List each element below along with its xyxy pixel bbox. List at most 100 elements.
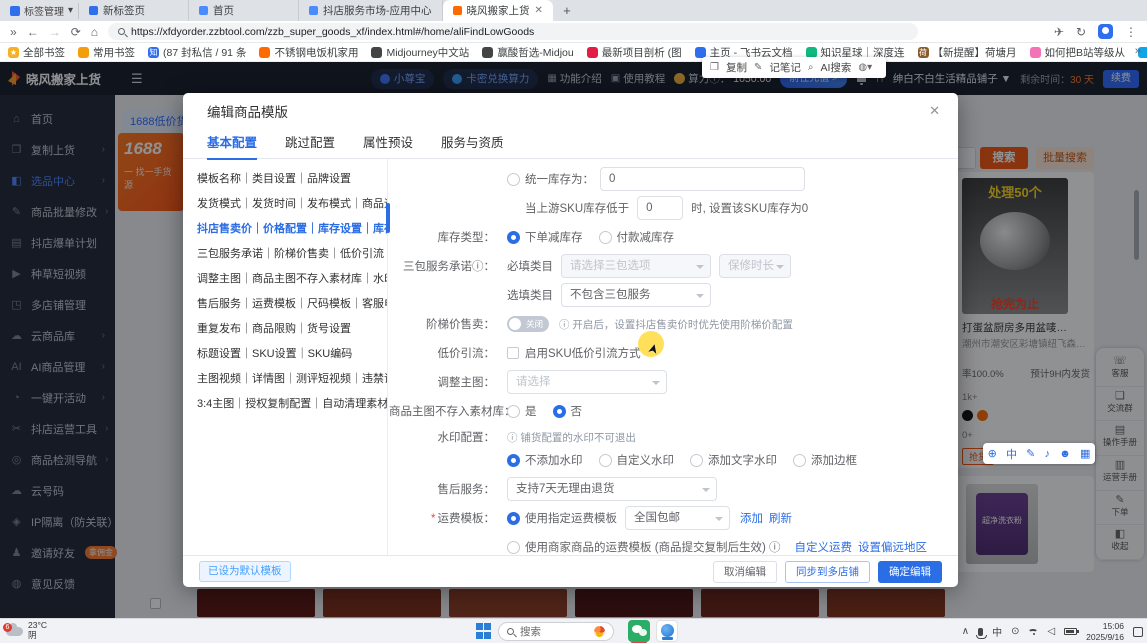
warranty-select[interactable]: 保修时长 — [719, 254, 791, 278]
tab-favicon — [199, 6, 208, 15]
modal-menu-item[interactable]: 售后服务｜运费模板｜尺码模板｜客服电话 — [197, 292, 387, 317]
specified-freight-radio[interactable] — [507, 512, 520, 525]
bookmarks-overflow-icon[interactable]: » — [1135, 45, 1141, 57]
custom-watermark-radio[interactable] — [599, 454, 612, 467]
bookmark-item[interactable]: ★ 全部书签 — [8, 45, 65, 60]
unified-stock-input[interactable] — [600, 167, 805, 191]
modal-menu-item[interactable]: 模板名称｜类目设置｜品牌设置 — [197, 167, 387, 192]
modal-tab[interactable]: 属性预设 — [363, 129, 413, 159]
start-button[interactable] — [476, 623, 492, 639]
bookmark-item[interactable]: 如何把B站等级从 — [1030, 45, 1126, 60]
modal-menu-item[interactable]: 三包服务承诺｜阶梯价售卖｜低价引流 — [197, 242, 387, 267]
new-tab-button[interactable]: + — [559, 3, 575, 19]
no-watermark-radio[interactable] — [507, 454, 520, 467]
bookmark-label: 不锈钢电饭机家用 — [274, 45, 358, 60]
not-save-yes-radio[interactable] — [507, 405, 520, 418]
volume-icon[interactable]: ◁ — [1047, 626, 1055, 637]
popup-ai-search[interactable]: AI搜索 — [820, 60, 851, 75]
forward-icon[interactable]: → — [49, 25, 61, 39]
wechat-app-icon[interactable] — [628, 620, 650, 642]
browser-menu-icon[interactable]: ⋮ — [1125, 25, 1137, 39]
modal-menu-item[interactable]: 发货模式｜发货时间｜发布模式｜商品运费处理 — [197, 192, 387, 217]
ime-user-icon[interactable]: ☻ — [1059, 448, 1071, 460]
mic-icon[interactable] — [978, 628, 983, 636]
modal-menu-item[interactable]: 标题设置｜SKU设置｜SKU编码 — [197, 342, 387, 367]
clock[interactable]: 15:062025/9/16 — [1086, 621, 1124, 641]
modal-menu-item[interactable]: 主图视频｜详情图｜测评短视频｜违禁词 — [197, 367, 387, 392]
modal-menu-item[interactable]: 3:4主图｜授权复制配置｜自动清理素材库 — [197, 392, 387, 417]
bookmark-item[interactable]: Midjourney中文站 — [371, 45, 469, 60]
browser-tab[interactable]: 新标签页 — [79, 0, 189, 21]
aftersale-select[interactable]: 支持7天无理由退货 — [507, 477, 717, 501]
payment-decrement-radio[interactable] — [599, 231, 612, 244]
sync-multi-shop-button[interactable]: 同步到多店铺 — [785, 561, 870, 583]
merchant-freight-radio[interactable] — [507, 541, 520, 554]
add-link[interactable]: 添加 — [740, 510, 763, 526]
modal-tab[interactable]: 基本配置 — [207, 129, 257, 159]
weather-widget[interactable]: 6 23°C阴 — [6, 621, 47, 641]
low-stock-threshold-input[interactable] — [637, 196, 683, 220]
ime-logo-icon[interactable]: ⊕ — [988, 447, 997, 460]
ime-mode[interactable]: 中 — [1006, 446, 1017, 462]
bookmark-item[interactable]: 荷 【新提醒】荷塘月 — [918, 45, 1017, 60]
modal-tab[interactable]: 服务与资质 — [441, 129, 504, 159]
battery-icon[interactable] — [1064, 628, 1077, 635]
default-template-button[interactable]: 已设为默认模板 — [199, 561, 291, 582]
bookmark-item[interactable]: 赢酸哲选-Midjou — [482, 45, 573, 60]
unified-stock-radio[interactable] — [507, 173, 520, 186]
sanbao-optional-select[interactable]: 不包含三包服务 — [561, 283, 711, 307]
bookmark-item[interactable]: 不锈钢电饭机家用 — [259, 45, 358, 60]
send-icon[interactable]: ✈ — [1054, 25, 1064, 39]
not-save-no-radio[interactable] — [553, 405, 566, 418]
remote-area-link[interactable]: 设置偏远地区 — [858, 539, 927, 555]
popup-note[interactable]: 记笔记 — [769, 60, 801, 75]
tray-chevron-icon[interactable]: ∧ — [962, 626, 969, 637]
browser-tab[interactable]: 首页 — [189, 0, 299, 21]
sync-icon[interactable]: ↻ — [1076, 25, 1086, 39]
confirm-edit-button[interactable]: 确定编辑 — [878, 561, 942, 583]
reload-icon[interactable]: ⟳ — [71, 25, 81, 39]
modal-tab[interactable]: 跳过配置 — [285, 129, 335, 159]
freight-template-select[interactable]: 全国包邮 — [625, 506, 730, 530]
taskbar-search[interactable]: 搜索 — [498, 622, 614, 641]
border-watermark-radio[interactable] — [793, 454, 806, 467]
browser-tab[interactable]: 晓风搬家上货 ✕ — [443, 0, 553, 21]
popup-copy[interactable]: 复制 — [726, 60, 747, 75]
wifi-icon[interactable] — [1028, 629, 1038, 635]
tab-manager-button[interactable]: 标签管理 ▾ — [5, 3, 79, 19]
custom-freight-link[interactable]: 自定义运费 — [795, 539, 853, 555]
refresh-link[interactable]: 刷新 — [769, 510, 792, 526]
ladder-price-toggle[interactable]: 关闭 — [507, 316, 549, 332]
qq-app-icon[interactable] — [656, 620, 678, 642]
ime-mic-icon[interactable]: ♪ — [1045, 448, 1051, 460]
bookmark-label: (87 封私信 / 91 条 — [163, 45, 246, 60]
modal-menu-item[interactable]: 抖店售卖价｜价格配置｜库存设置｜库存类型 — [197, 217, 387, 242]
modal-menu-item[interactable]: 重复发布｜商品限购｜货号设置 — [197, 317, 387, 342]
avatar[interactable] — [1098, 24, 1113, 39]
close-icon[interactable]: ✕ — [929, 103, 940, 119]
sanbao-required-select[interactable]: 请选择三包选项 — [561, 254, 711, 278]
low-price-checkbox[interactable] — [507, 347, 519, 359]
notification-center-icon[interactable] — [1133, 627, 1143, 637]
extensions-chevron-icon[interactable]: » — [10, 25, 17, 39]
cancel-edit-button[interactable]: 取消编辑 — [713, 561, 777, 583]
main-image-select[interactable]: 请选择 — [507, 370, 667, 394]
url-field[interactable]: https://xfdyorder.zzbtool.com/zzb_super_… — [108, 23, 918, 40]
ime-grid-icon[interactable]: ▦ — [1080, 447, 1090, 460]
order-decrement-radio[interactable] — [507, 231, 520, 244]
bookmark-item[interactable]: 最新项目剖析 (图 — [587, 45, 682, 60]
modal-menu-item[interactable]: 调整主图｜商品主图不存入素材库｜水印配置 — [197, 267, 387, 292]
tab-close-icon[interactable]: ✕ — [535, 5, 543, 16]
sanbao-label: 三包服务承诺ⓘ： — [389, 258, 507, 274]
ime-indicator[interactable]: 中 — [992, 624, 1002, 639]
browser-tab[interactable]: 抖店服务市场-应用中心 — [299, 0, 443, 21]
home-icon[interactable]: ⌂ — [91, 25, 98, 39]
tray-app-icon[interactable]: ⊙ — [1011, 626, 1019, 637]
bookmark-item[interactable]: 知 (87 封私信 / 91 条 — [148, 45, 246, 60]
back-icon[interactable]: ← — [27, 25, 39, 39]
bookmark-item[interactable]: 常用书签 — [78, 45, 135, 60]
popup-settings-icon[interactable]: ◍▾ — [858, 62, 872, 73]
ime-pen-icon[interactable]: ✎ — [1026, 447, 1035, 460]
bookmarks-bar: ★ 全部书签 常用书签 知 (87 封私信 / 91 条 不锈钢电饭机家用 Mi… — [0, 43, 1147, 62]
text-watermark-radio[interactable] — [690, 454, 703, 467]
